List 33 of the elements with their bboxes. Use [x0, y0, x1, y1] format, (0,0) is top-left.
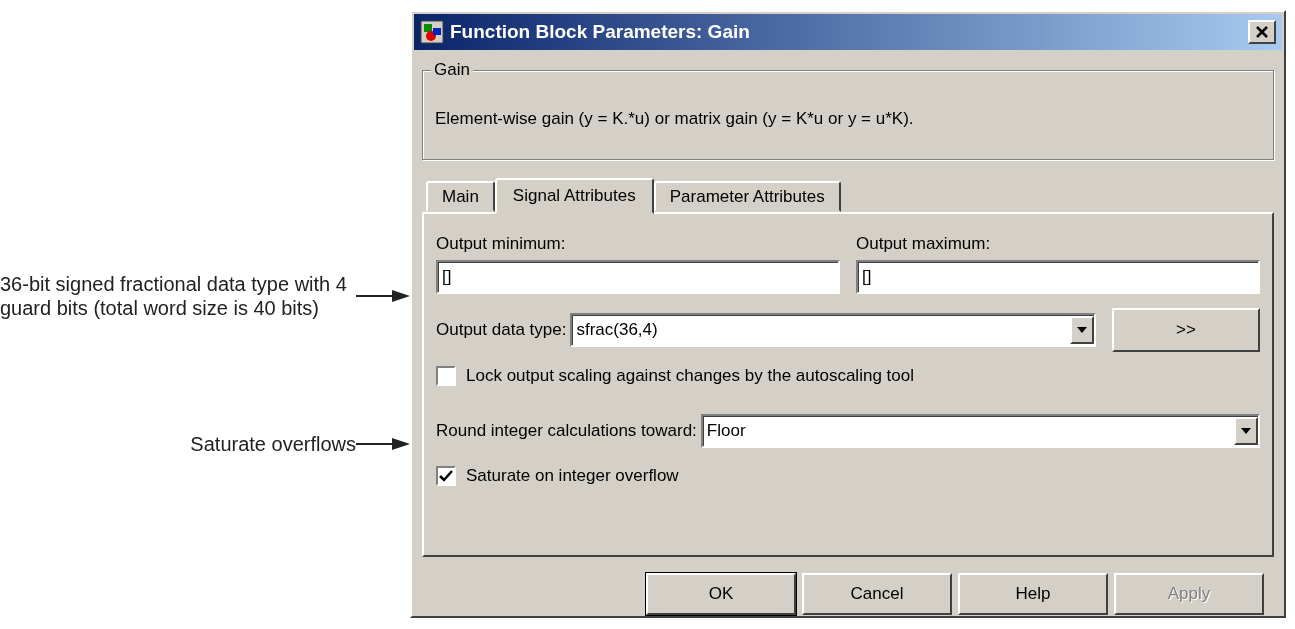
- annotation-text: 36-bit signed fractional data type with 4 guard bits (total word size is 40 bits): [0, 272, 348, 320]
- caret-icon: [1241, 428, 1251, 434]
- field-label: Round integer calculations toward:: [436, 421, 697, 441]
- checkbox-label: Saturate on integer overflow: [466, 466, 679, 486]
- data-type-assistant-button[interactable]: >>: [1112, 308, 1260, 352]
- dialog-button[interactable]: Cancel: [802, 573, 952, 615]
- window-title: Function Block Parameters: Gain: [450, 21, 751, 43]
- field-label: Output data type:: [436, 320, 567, 340]
- field-label: Output minimum:: [436, 234, 567, 254]
- annotation-text: Saturate overflows: [189, 432, 356, 456]
- description-text: Element-wise gain (y = K.*u) or matrix gain (y = K*u or y = u*K).: [435, 109, 914, 128]
- checkmark-icon: [439, 470, 453, 482]
- field-label: Output maximum:: [856, 234, 992, 254]
- close-button[interactable]: [1248, 20, 1276, 44]
- caret-icon: [1077, 327, 1087, 333]
- input-field[interactable]: []: [856, 260, 1260, 294]
- arrow: [356, 437, 410, 451]
- checkbox-label: Lock output scaling against changes by the autoscaling tool: [466, 366, 914, 386]
- dialog-button[interactable]: OK: [646, 573, 796, 615]
- dropdown-button[interactable]: [1070, 316, 1094, 344]
- checkbox[interactable]: [436, 466, 456, 486]
- input-field[interactable]: []: [436, 260, 840, 294]
- dropdown[interactable]: sfrac(36,4): [570, 313, 1096, 347]
- arrow: [356, 289, 410, 303]
- checkbox[interactable]: [436, 366, 456, 386]
- dialog-button[interactable]: Help: [958, 573, 1108, 615]
- dropdown[interactable]: Floor: [700, 414, 1260, 448]
- close-icon: [1255, 26, 1269, 38]
- tab[interactable]: Main: [426, 181, 495, 212]
- block-diagram-icon: [420, 20, 444, 44]
- tab[interactable]: Signal Attributes: [494, 178, 654, 214]
- tab[interactable]: Parameter Attributes: [653, 181, 841, 212]
- dropdown-button[interactable]: [1234, 417, 1258, 445]
